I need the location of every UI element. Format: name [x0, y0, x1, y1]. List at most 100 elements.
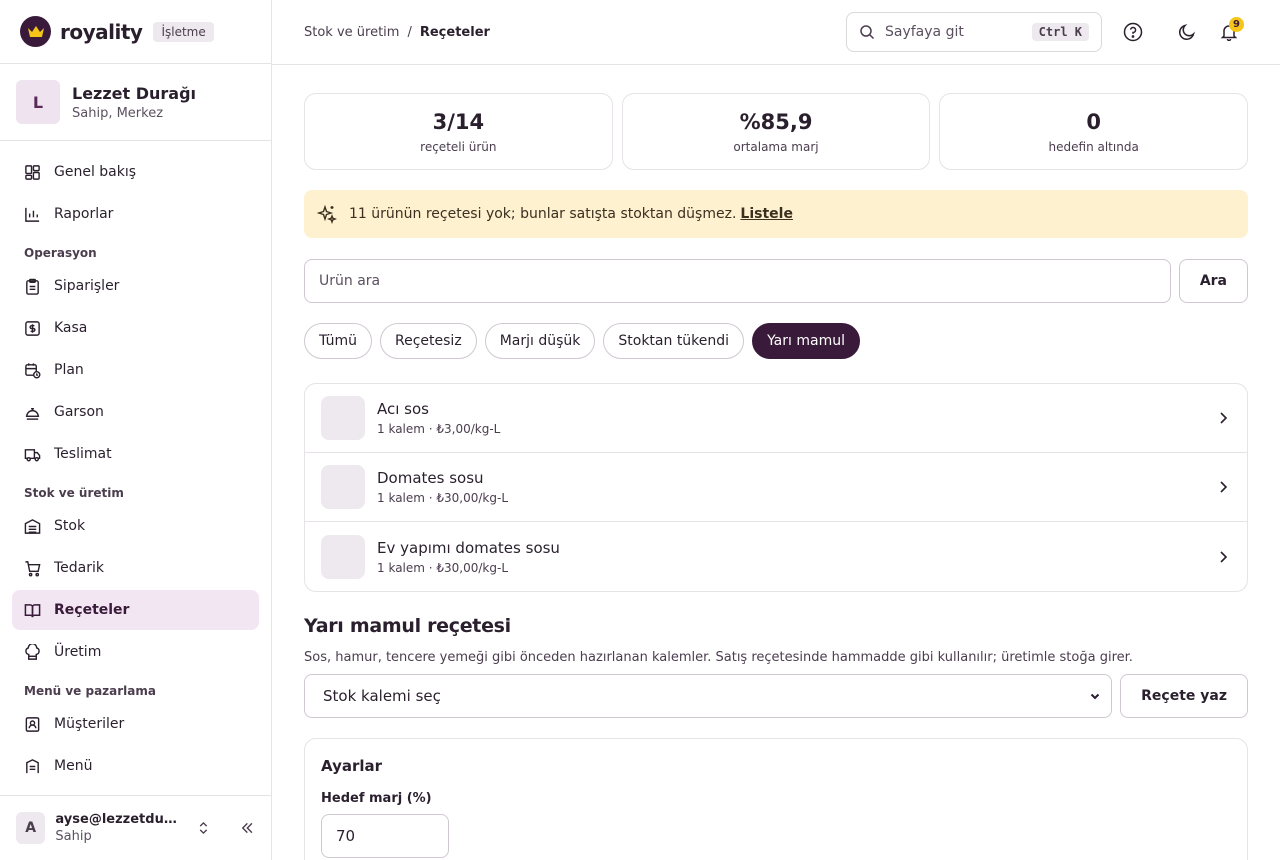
chevron-right-icon	[1220, 481, 1228, 493]
sidebar-item-label: Teslimat	[54, 446, 112, 462]
org-name: Lezzet Durağı	[72, 83, 197, 103]
user-avatar: A	[16, 812, 46, 844]
crown-logo-icon[interactable]	[20, 16, 51, 47]
stock-item-select-value: Stok kalemi seç	[323, 687, 441, 705]
sidebar-item-label: Siparişler	[54, 278, 120, 294]
breadcrumb-separator: /	[407, 24, 412, 40]
sidebar-item-label: Menü	[54, 758, 93, 774]
stat-label: reçeteli ürün	[420, 139, 497, 154]
product-search-input[interactable]	[304, 259, 1171, 303]
collapse-sidebar-icon[interactable]	[240, 820, 255, 836]
breadcrumb-parent[interactable]: Stok ve üretim	[304, 25, 399, 40]
filter-chip-no-recipe[interactable]: Reçetesiz	[380, 323, 477, 359]
notifications-button[interactable]: 9	[1218, 17, 1244, 43]
sidebar-item-kasa[interactable]: Kasa	[12, 308, 259, 348]
user-role: Sahip	[55, 829, 92, 844]
brand-name[interactable]: royality	[60, 20, 143, 44]
sidebar-item-musteriler[interactable]: Müşteriler	[12, 704, 259, 744]
alert-text: 11 ürünün reçetesi yok; bunlar satışta s…	[349, 206, 737, 222]
list-item[interactable]: Domates sosu 1 kalem · ₺30,00/kg-L	[305, 453, 1247, 522]
sidebar-item-raporlar[interactable]: Raporlar	[12, 194, 259, 234]
help-icon	[1123, 22, 1143, 42]
sidebar-item-tedarik[interactable]: Tedarik	[12, 548, 259, 588]
brand-badge: İşletme	[153, 21, 214, 42]
sidebar-item-teslimat[interactable]: Teslimat	[12, 434, 259, 474]
sidebar-item-label: Müşteriler	[54, 716, 125, 732]
chevron-right-icon	[1220, 550, 1228, 563]
sidebar-item-garson[interactable]: Garson	[12, 392, 259, 432]
org-avatar: L	[16, 80, 60, 124]
notification-count-badge: 9	[1229, 17, 1244, 32]
sidebar-item-label: Plan	[54, 362, 84, 378]
write-recipe-button[interactable]: Reçete yaz	[1120, 674, 1248, 718]
chevron-down-icon	[1090, 693, 1100, 700]
org-switcher[interactable]: L Lezzet Durağı Sahip, Merkez	[0, 64, 271, 141]
dashboard-icon	[25, 164, 40, 180]
semi-finished-title: Yarı mamul reçetesi	[304, 615, 511, 637]
chevron-right-icon	[1220, 412, 1228, 424]
cart-icon	[25, 560, 41, 576]
sidebar-nav: Genel bakış Raporlar Operasyon Siparişle…	[0, 141, 271, 786]
chef-hat-icon	[25, 643, 40, 660]
sidebar-item-genel-bakis[interactable]: Genel bakış	[12, 152, 259, 192]
stock-item-select[interactable]: Stok kalemi seç	[304, 674, 1113, 718]
sidebar-item-receteler[interactable]: Reçeteler	[12, 590, 259, 630]
nav-section-stok: Stok ve üretim	[24, 486, 124, 500]
sidebar-item-label: Reçeteler	[54, 602, 130, 618]
filter-chip-low-margin[interactable]: Marjı düşük	[484, 323, 596, 359]
item-thumbnail	[321, 534, 365, 579]
item-name: Domates sosu	[377, 469, 484, 487]
sidebar-item-plan[interactable]: Plan	[12, 350, 259, 390]
settings-card: Ayarlar Hedef marj (%)	[304, 738, 1248, 860]
stat-value: 3/14	[432, 109, 485, 134]
sidebar-item-stok[interactable]: Stok	[12, 506, 259, 546]
sidebar-item-label: Stok	[54, 518, 86, 534]
sidebar-item-label: Tedarik	[54, 560, 105, 576]
item-meta: 1 kalem · ₺3,00/kg-L	[377, 422, 501, 436]
help-button[interactable]	[1122, 21, 1144, 43]
breadcrumb: Stok ve üretim / Reçeteler	[304, 25, 490, 40]
stats-row: 3/14 reçeteli ürün %85,9 ortalama marj 0…	[304, 93, 1249, 170]
alert-list-link[interactable]: Listele	[740, 206, 793, 222]
item-thumbnail	[321, 396, 365, 440]
filter-chip-semi-finished[interactable]: Yarı mamul	[752, 323, 860, 359]
target-margin-input[interactable]	[321, 814, 449, 858]
stat-value: 0	[1086, 109, 1101, 134]
sidebar-item-label: Genel bakış	[54, 164, 137, 180]
keyboard-shortcut: Ctrl K	[1031, 23, 1089, 41]
brand-header: royality İşletme	[0, 0, 271, 64]
menu-book-icon	[26, 758, 39, 773]
sidebar-item-label: Kasa	[54, 320, 88, 336]
search-button[interactable]: Ara	[1178, 259, 1248, 303]
page-search[interactable]: Sayfaya git Ctrl K	[846, 12, 1102, 52]
calendar-clock-icon	[25, 362, 41, 378]
truck-icon	[24, 448, 41, 461]
list-item[interactable]: Acı sos 1 kalem · ₺3,00/kg-L	[305, 384, 1247, 453]
product-search-row: Ara	[304, 259, 1248, 303]
page-search-placeholder: Sayfaya git	[885, 24, 964, 40]
stat-label: ortalama marj	[733, 139, 819, 154]
sidebar-item-label: Üretim	[54, 644, 102, 660]
search-icon	[860, 25, 875, 40]
sidebar-item-menu[interactable]: Menü	[12, 746, 259, 786]
sidebar-item-siparisler[interactable]: Siparişler	[12, 266, 259, 306]
semi-finished-description: Sos, hamur, tencere yemeği gibi önceden …	[304, 650, 1133, 665]
warehouse-icon	[24, 518, 41, 534]
stat-card: %85,9 ortalama marj	[621, 93, 931, 170]
filter-chips: Tümü Reçetesiz Marjı düşük Stoktan tüken…	[304, 323, 1248, 359]
item-name: Ev yapımı domates sosu	[377, 538, 560, 557]
nav-section-operasyon: Operasyon	[24, 246, 97, 260]
org-role: Sahip, Merkez	[72, 105, 164, 121]
list-item[interactable]: Ev yapımı domates sosu 1 kalem · ₺30,00/…	[305, 522, 1247, 591]
sidebar-item-uretim[interactable]: Üretim	[12, 632, 259, 672]
semi-finished-select-row: Stok kalemi seç Reçete yaz	[304, 674, 1248, 718]
item-meta: 1 kalem · ₺30,00/kg-L	[377, 560, 509, 575]
book-icon	[24, 603, 41, 617]
sidebar-item-label: Raporlar	[54, 206, 114, 222]
sidebar-item-label: Garson	[54, 404, 104, 420]
user-menu[interactable]: A ayse@lezzetdurağı.com Sahip	[0, 795, 271, 860]
filter-chip-out-of-stock[interactable]: Stoktan tükendi	[603, 323, 745, 359]
chevron-up-down-icon[interactable]	[197, 820, 210, 836]
filter-chip-all[interactable]: Tümü	[304, 323, 373, 359]
theme-toggle-button[interactable]	[1176, 21, 1198, 43]
